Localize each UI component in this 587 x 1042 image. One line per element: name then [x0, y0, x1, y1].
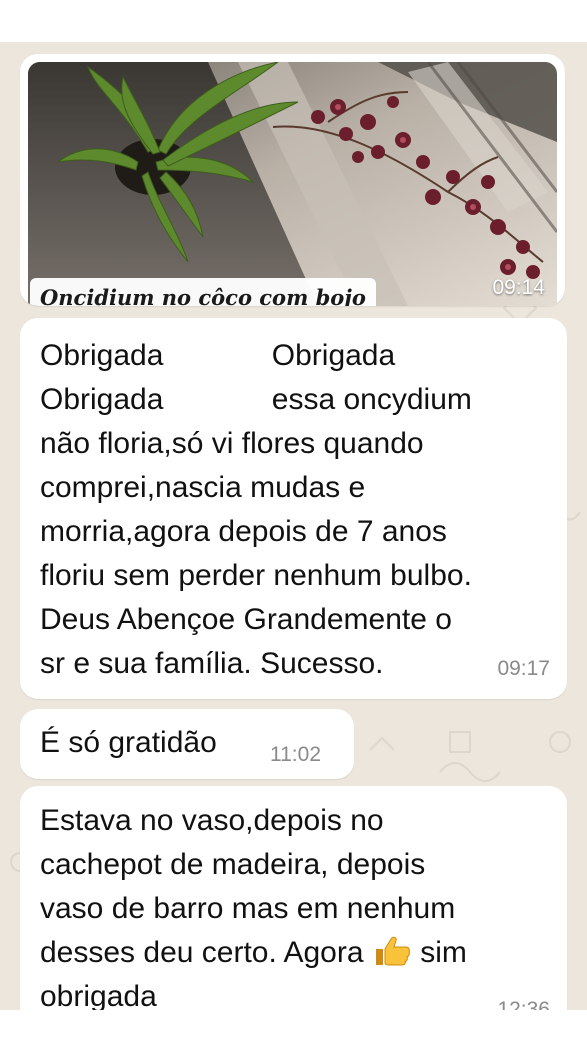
message-text: Estava no vaso,depois no cachepot de mad…: [40, 799, 555, 1010]
message-line: Obrigada Obrigada: [40, 339, 396, 372]
chat-area[interactable]: Oncidium no côco com bojo 09:14 Obrigada…: [0, 42, 587, 1010]
message-timestamp: 09:17: [497, 657, 550, 680]
message-line: sr e sua família. Sucesso.: [40, 647, 384, 680]
photo-timestamp: 09:14: [492, 276, 545, 299]
thumbs-up-icon: [375, 936, 410, 966]
message-line: obrigada: [40, 980, 157, 1010]
message-line: vaso de barro mas em nenhum: [40, 892, 456, 925]
message-line: Estava no vaso,depois no: [40, 804, 384, 837]
message-text: Obrigada Obrigada Obrigada essa oncydium…: [40, 334, 555, 686]
message-timestamp: 12:36: [497, 998, 550, 1010]
message-timestamp: 11:02: [270, 743, 321, 766]
message-line: Obrigada essa oncydium: [40, 383, 472, 416]
message-line: floriu sem perder nenhum bulbo.: [40, 559, 472, 592]
message-text: É só gratidão: [40, 726, 217, 759]
message-line: desses deu certo. Agora: [40, 936, 364, 969]
message-line: não floria,só vi flores quando: [40, 427, 424, 460]
orchid-photo-image: [28, 62, 557, 306]
image-message[interactable]: Oncidium no côco com bojo 09:14: [20, 54, 565, 306]
message-bubble[interactable]: Obrigada Obrigada Obrigada essa oncydium…: [20, 318, 567, 699]
message-line: Deus Abençoe Grandemente o: [40, 603, 452, 636]
message-line: cachepot de madeira, depois: [40, 848, 426, 881]
photo-caption: Oncidium no côco com bojo: [30, 278, 376, 306]
message-text-after-emoji: sim: [411, 936, 467, 969]
bottom-edge: [0, 1010, 587, 1042]
message-bubble[interactable]: É só gratidão 11:02: [20, 709, 354, 779]
message-line: morria,agora depois de 7 anos: [40, 515, 447, 548]
message-bubble[interactable]: Estava no vaso,depois no cachepot de mad…: [20, 786, 567, 1010]
message-line: comprei,nascia mudas e: [40, 471, 366, 504]
orchid-photo[interactable]: [28, 62, 557, 306]
